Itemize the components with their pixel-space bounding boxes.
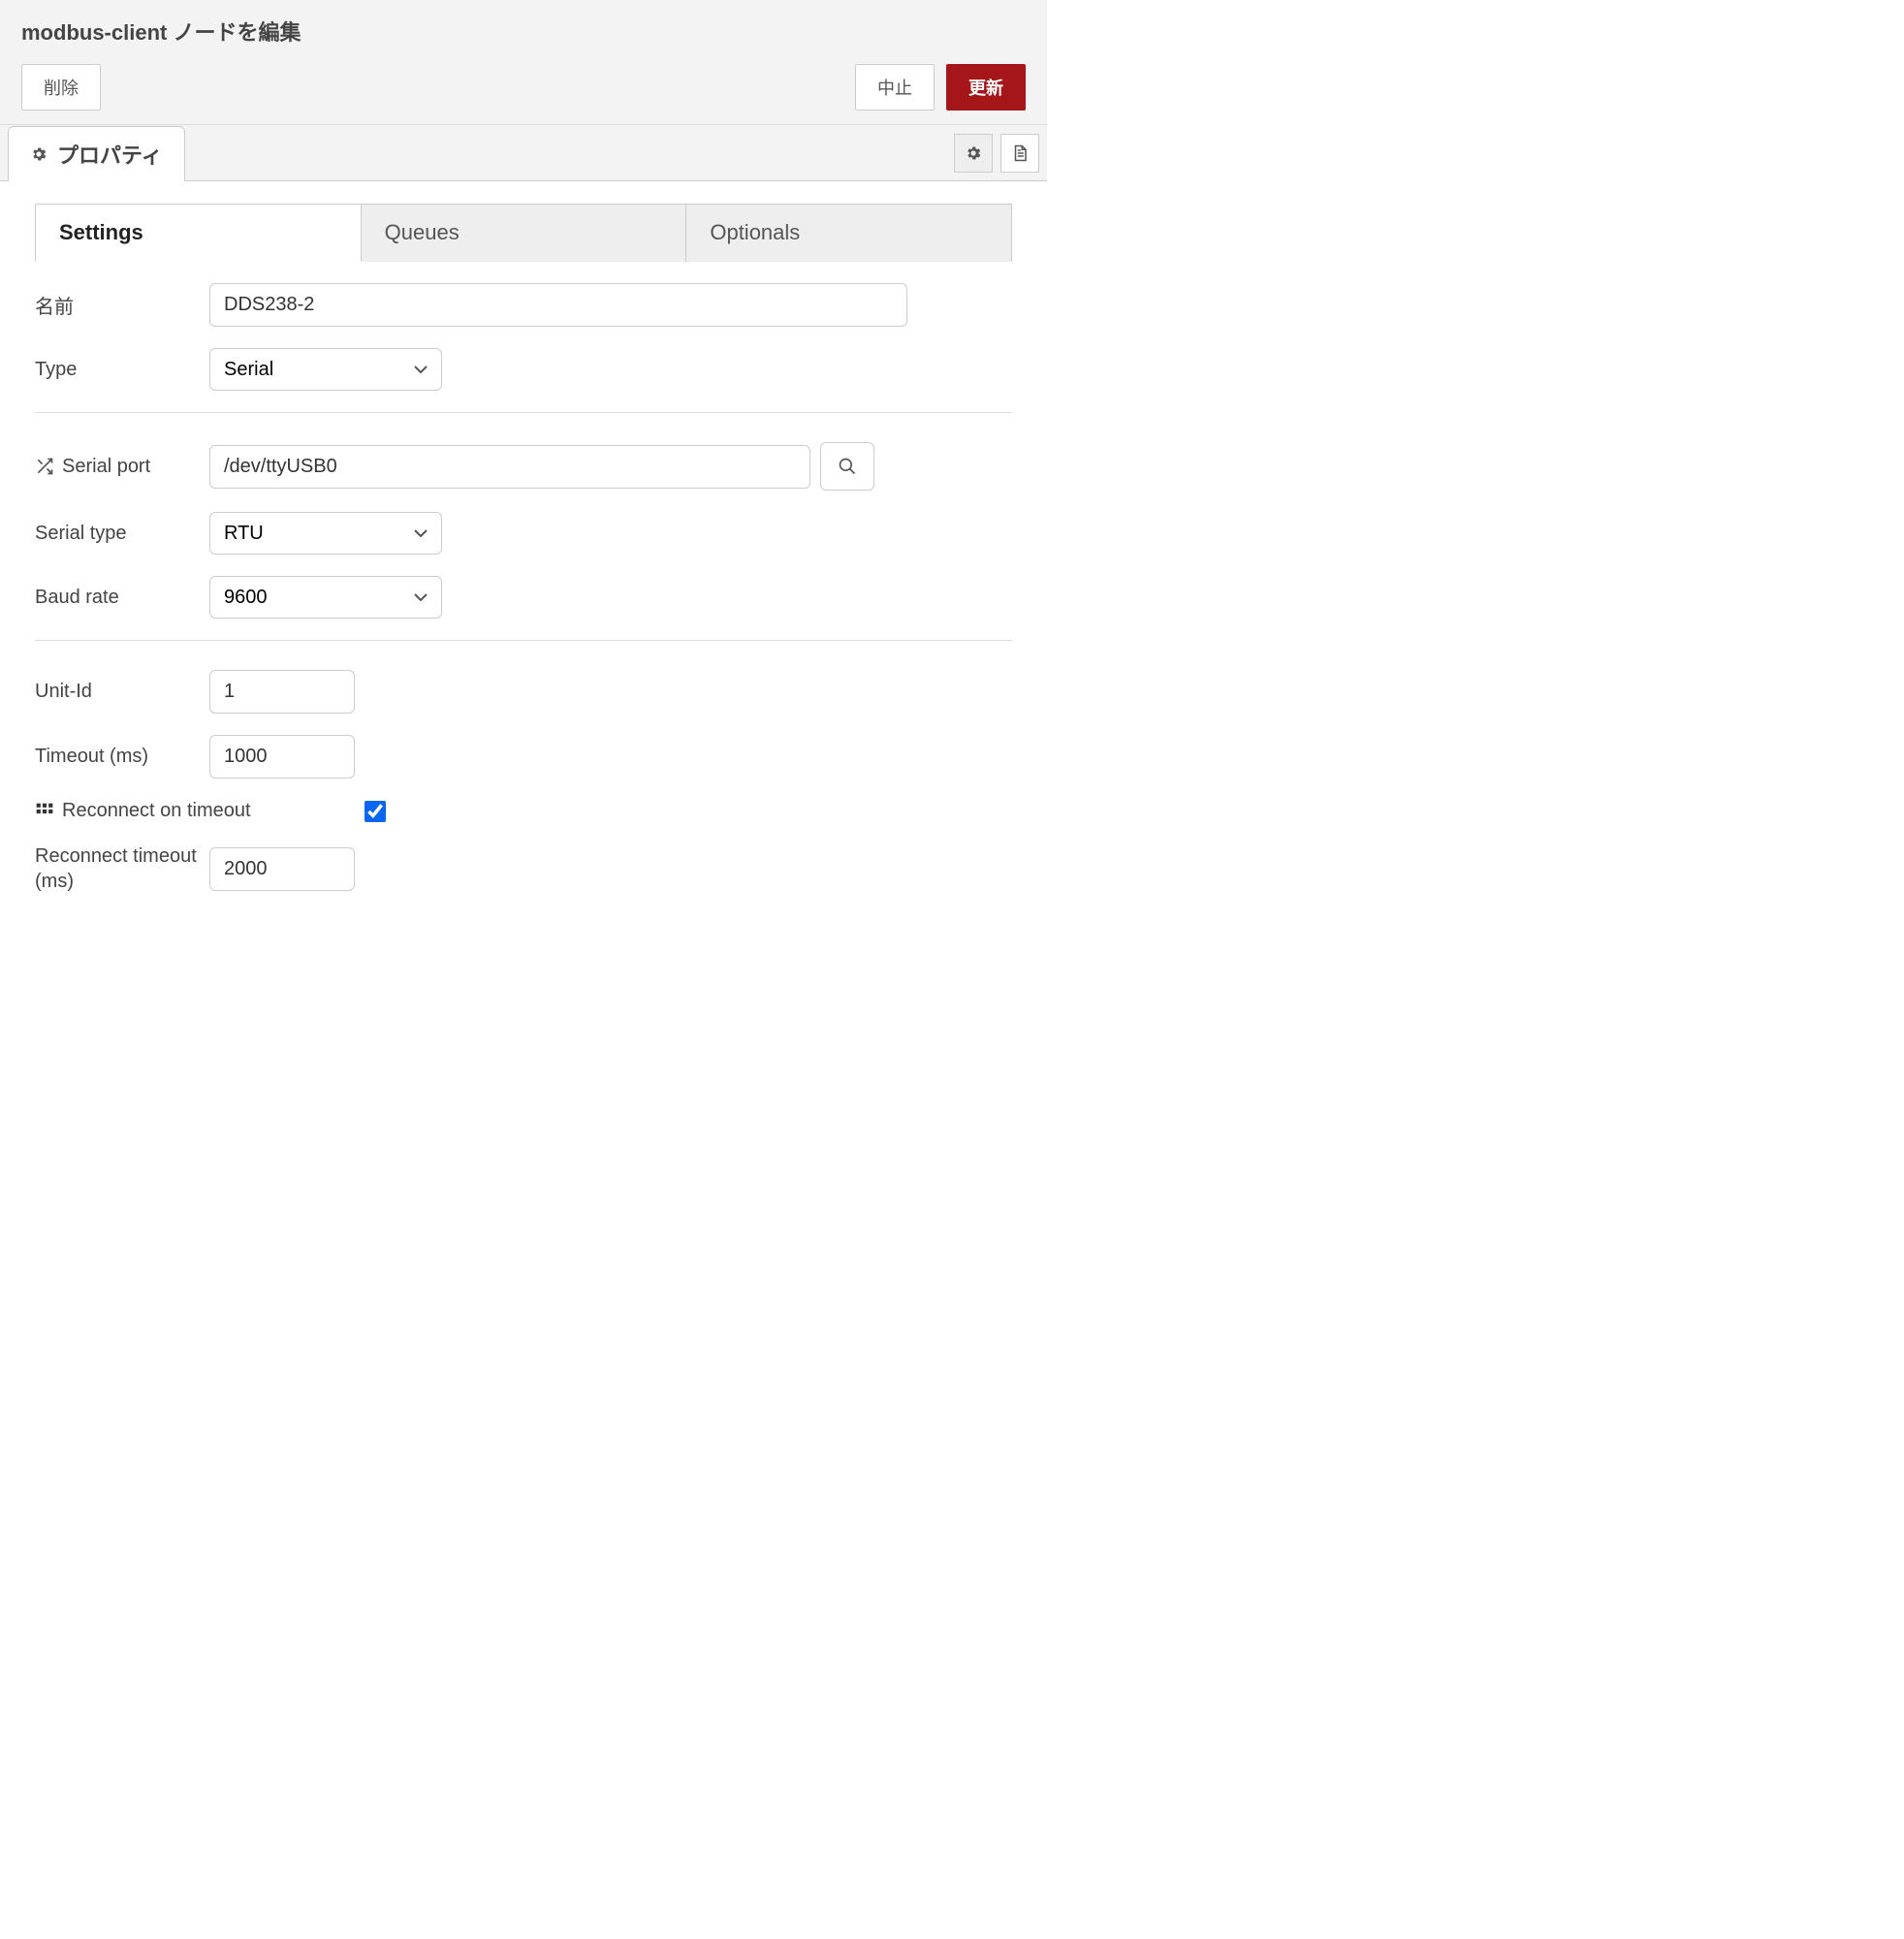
delete-button[interactable]: 削除: [21, 64, 101, 111]
tab-queues[interactable]: Queues: [362, 204, 687, 262]
reconnect-on-timeout-label: Reconnect on timeout: [35, 800, 365, 822]
type-label: Type: [35, 359, 209, 381]
unit-id-label: Unit-Id: [35, 681, 209, 703]
reconnect-timeout-input[interactable]: [209, 847, 355, 891]
tab-optionals[interactable]: Optionals: [686, 204, 1012, 262]
serial-port-label: Serial port: [35, 456, 209, 478]
timeout-label: Timeout (ms): [35, 746, 209, 768]
divider: [35, 640, 1012, 641]
type-select[interactable]: Serial: [209, 348, 442, 391]
settings-icon-button[interactable]: [954, 134, 993, 173]
docs-icon-button[interactable]: [1000, 134, 1039, 173]
content-area: Settings Queues Optionals 名前 Type Serial…: [0, 181, 1047, 937]
grid-icon: [35, 802, 54, 821]
cancel-button[interactable]: 中止: [855, 64, 935, 111]
shuffle-icon: [35, 457, 54, 476]
header-buttons: 削除 中止 更新: [21, 64, 1026, 124]
reconnect-on-timeout-checkbox[interactable]: [365, 801, 386, 822]
name-label: 名前: [35, 291, 209, 319]
divider: [35, 412, 1012, 413]
serial-type-select[interactable]: RTU: [209, 512, 442, 555]
serial-port-input[interactable]: [209, 445, 810, 489]
name-input[interactable]: [209, 283, 907, 327]
update-button[interactable]: 更新: [946, 64, 1026, 111]
document-icon: [1011, 143, 1029, 163]
main-tab-row: プロパティ: [0, 125, 1047, 181]
search-icon: [838, 457, 857, 476]
tab-properties-label: プロパティ: [57, 139, 163, 170]
search-port-button[interactable]: [820, 442, 874, 491]
unit-id-input[interactable]: [209, 670, 355, 714]
sub-tabs: Settings Queues Optionals: [35, 203, 1012, 262]
panel-title: modbus-client ノードを編集: [21, 16, 1026, 47]
editor-header: modbus-client ノードを編集 削除 中止 更新: [0, 0, 1047, 125]
tab-settings[interactable]: Settings: [35, 204, 362, 262]
baud-rate-select[interactable]: 9600: [209, 576, 442, 619]
gear-icon: [30, 145, 48, 163]
serial-type-label: Serial type: [35, 523, 209, 545]
baud-rate-label: Baud rate: [35, 587, 209, 609]
timeout-input[interactable]: [209, 735, 355, 779]
tab-properties[interactable]: プロパティ: [8, 126, 185, 181]
reconnect-timeout-label: Reconnect timeout (ms): [35, 843, 209, 894]
gear-icon: [965, 144, 982, 162]
